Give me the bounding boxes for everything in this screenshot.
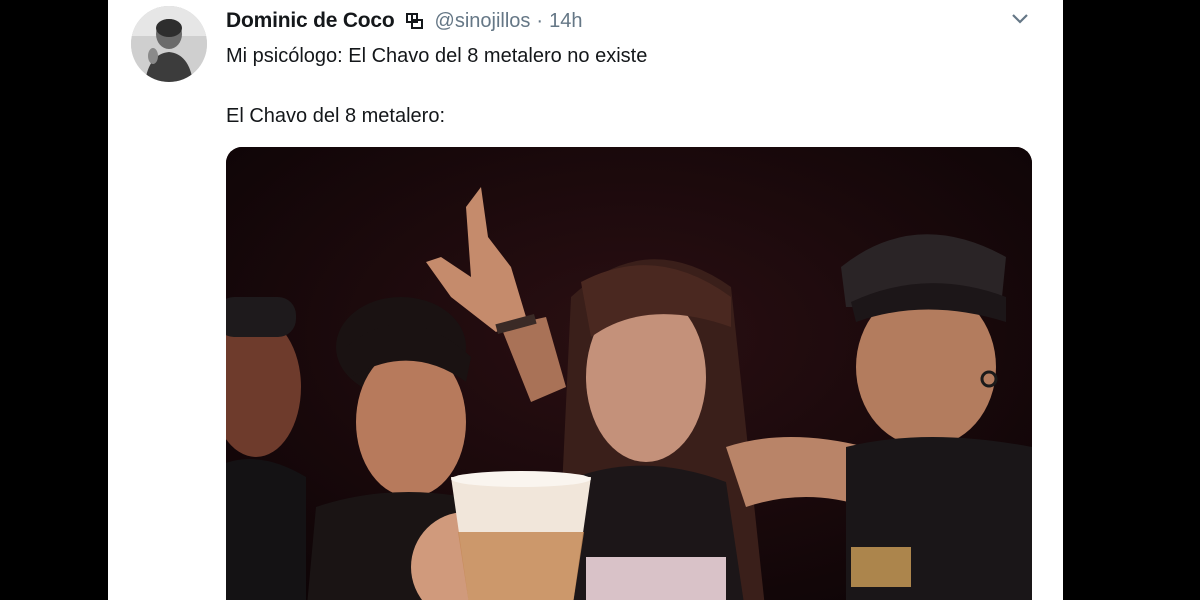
separator-dot: · — [536, 9, 544, 32]
tweet-card[interactable]: Dominic de Coco @sinojillos · 14h Mi psi… — [108, 0, 1063, 600]
tweet-timestamp[interactable]: 14h — [549, 10, 582, 33]
screenshot-stage: Dominic de Coco @sinojillos · 14h Mi psi… — [0, 0, 1200, 600]
chevron-down-icon[interactable] — [1009, 10, 1031, 28]
display-name[interactable]: Dominic de Coco — [226, 9, 395, 33]
tweet-text-line-2: El Chavo del 8 metalero: — [226, 105, 446, 127]
user-handle[interactable]: @sinojillos — [435, 10, 531, 33]
tweet-photo[interactable] — [226, 147, 1032, 600]
bot-account-icon — [405, 11, 425, 31]
tweet-text-line-1: Mi psicólogo: El Chavo del 8 metalero no… — [226, 45, 648, 67]
tweet-header: Dominic de Coco @sinojillos · 14h — [226, 8, 582, 34]
avatar[interactable] — [131, 6, 207, 82]
